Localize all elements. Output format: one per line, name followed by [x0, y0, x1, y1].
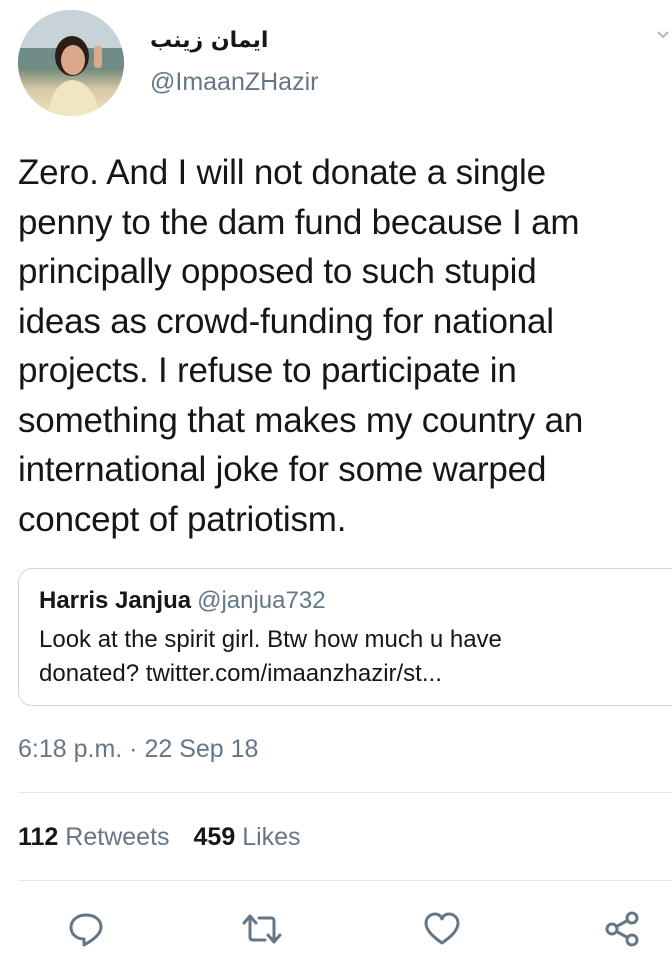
reply-button[interactable] — [62, 905, 110, 953]
likes-stat[interactable]: 459 Likes — [194, 823, 301, 851]
likes-label: Likes — [242, 823, 301, 851]
author-handle[interactable]: @ImaanZHazir — [150, 68, 318, 97]
quoted-tweet[interactable]: Harris Janjua @janjua732 Look at the spir… — [18, 568, 672, 706]
tweet-line: something that makes my country an — [18, 400, 584, 440]
quoted-author-handle: @janjua732 — [197, 587, 326, 614]
tweet-line: concept of patriotism. — [18, 499, 347, 539]
retweets-stat[interactable]: 112 Retweets — [18, 823, 170, 851]
tweet-stats: 112 Retweets 459 Likes — [18, 823, 301, 852]
tweet-line: ideas as crowd-funding for national — [18, 301, 554, 341]
tweet-line: penny to the dam fund because I am — [18, 202, 580, 242]
reply-icon — [69, 913, 103, 947]
retweets-count: 112 — [18, 823, 59, 851]
share-icon — [605, 911, 639, 947]
tweet-line: projects. I refuse to participate in — [18, 351, 517, 390]
quoted-tweet-header: Harris Janjua @janjua732 — [39, 587, 326, 615]
retweets-label: Retweets — [65, 823, 170, 851]
divider — [18, 792, 672, 793]
quoted-tweet-line[interactable]: donated? twitter.com/imaanzhazir/st... — [39, 657, 502, 691]
quoted-author-name: Harris Janjua — [39, 587, 192, 614]
tweet-line: principally opposed to such stupid — [18, 252, 537, 291]
divider — [18, 880, 672, 881]
tweet-timestamp: 6:18 p.m. · 22 Sep 18 — [18, 735, 259, 763]
retweet-button[interactable] — [238, 905, 286, 953]
tweet-line: Zero. And I will not donate a single — [18, 153, 546, 192]
heart-icon — [424, 912, 460, 945]
likes-count: 459 — [193, 823, 236, 851]
quoted-tweet-line: Look at the spirit girl. Btw how much u … — [39, 626, 502, 653]
like-button[interactable] — [418, 905, 466, 953]
retweet-icon — [242, 914, 282, 944]
tweet-text: Zero. And I will not donate a single pen… — [18, 148, 672, 544]
author-avatar[interactable] — [18, 10, 124, 116]
quoted-tweet-text: Look at the spirit girl. Btw how much u … — [39, 623, 502, 691]
tweet-line: international joke for some warped — [18, 450, 547, 489]
author-name[interactable]: ایمان زینب — [150, 28, 268, 53]
chevron-down-icon[interactable] — [656, 28, 670, 42]
share-button[interactable] — [598, 905, 646, 953]
